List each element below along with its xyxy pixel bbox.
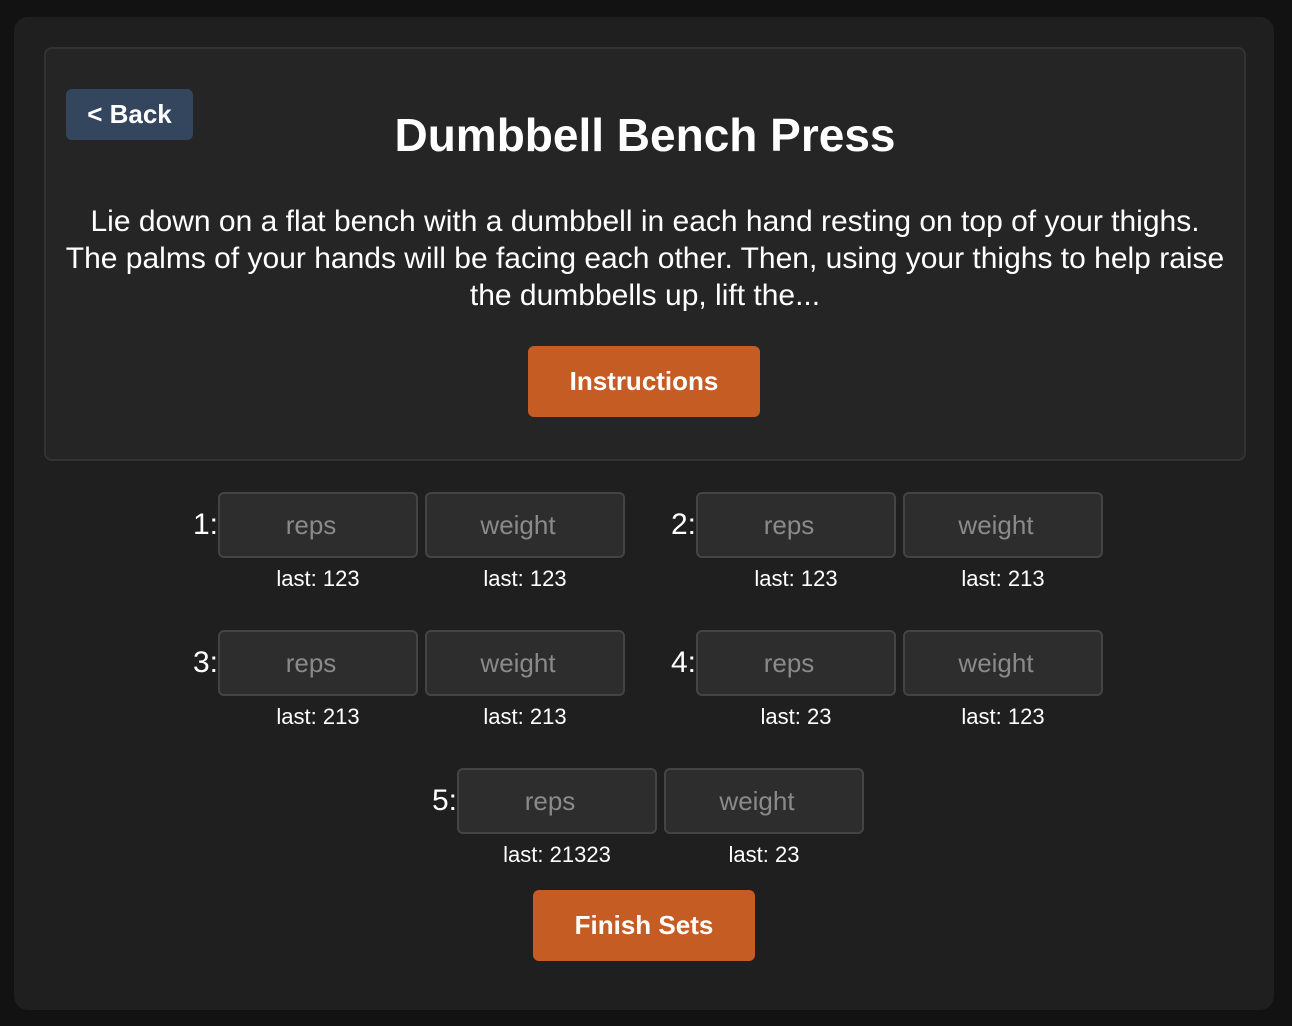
weight-input[interactable]	[425, 630, 625, 696]
exercise-description: Lie down on a flat bench with a dumbbell…	[65, 205, 1225, 312]
weight-input[interactable]	[425, 492, 625, 558]
reps-input[interactable]	[218, 630, 418, 696]
instructions-button[interactable]: Instructions	[528, 346, 760, 417]
reps-input[interactable]	[457, 768, 657, 834]
weight-input[interactable]	[903, 630, 1103, 696]
weight-field: last: 123	[425, 492, 625, 592]
finish-sets-button[interactable]: Finish Sets	[533, 890, 755, 961]
last-reps-label: last: 23	[760, 704, 832, 729]
reps-input[interactable]	[218, 492, 418, 558]
workout-app: < Back Dumbbell Bench Press Lie down on …	[14, 17, 1274, 1010]
exercise-card: < Back Dumbbell Bench Press Lie down on …	[44, 47, 1246, 461]
weight-field: last: 123	[903, 630, 1103, 730]
reps-input[interactable]	[696, 492, 896, 558]
last-weight-label: last: 123	[483, 566, 567, 591]
reps-input[interactable]	[696, 630, 896, 696]
reps-field: last: 123	[218, 492, 418, 592]
set-number-label: 1:	[192, 508, 218, 541]
last-weight-label: last: 213	[961, 566, 1045, 591]
weight-input[interactable]	[664, 768, 864, 834]
set-number-label: 2:	[670, 508, 696, 541]
reps-field: last: 21323	[457, 768, 657, 868]
set-row-3: 3: last: 213 last: 213	[184, 630, 625, 730]
set-row-1: 1: last: 123 last: 123	[184, 492, 625, 592]
last-reps-label: last: 21323	[503, 842, 611, 867]
reps-field: last: 123	[696, 492, 896, 592]
weight-field: last: 23	[664, 768, 864, 868]
weight-field: last: 213	[903, 492, 1103, 592]
last-weight-label: last: 23	[728, 842, 800, 867]
set-number-label: 4:	[670, 646, 696, 679]
set-number-label: 3:	[192, 646, 218, 679]
weight-field: last: 213	[425, 630, 625, 730]
last-reps-label: last: 213	[276, 704, 360, 729]
set-row-5: 5: last: 21323 last: 23	[423, 768, 864, 868]
exercise-title: Dumbbell Bench Press	[394, 109, 896, 161]
reps-field: last: 23	[696, 630, 896, 730]
set-number-label: 5:	[431, 784, 457, 817]
last-reps-label: last: 123	[754, 566, 838, 591]
last-weight-label: last: 123	[961, 704, 1045, 729]
reps-field: last: 213	[218, 630, 418, 730]
last-weight-label: last: 213	[483, 704, 567, 729]
weight-input[interactable]	[903, 492, 1103, 558]
set-row-2: 2: last: 123 last: 213	[662, 492, 1103, 592]
last-reps-label: last: 123	[276, 566, 360, 591]
set-row-4: 4: last: 23 last: 123	[662, 630, 1103, 730]
